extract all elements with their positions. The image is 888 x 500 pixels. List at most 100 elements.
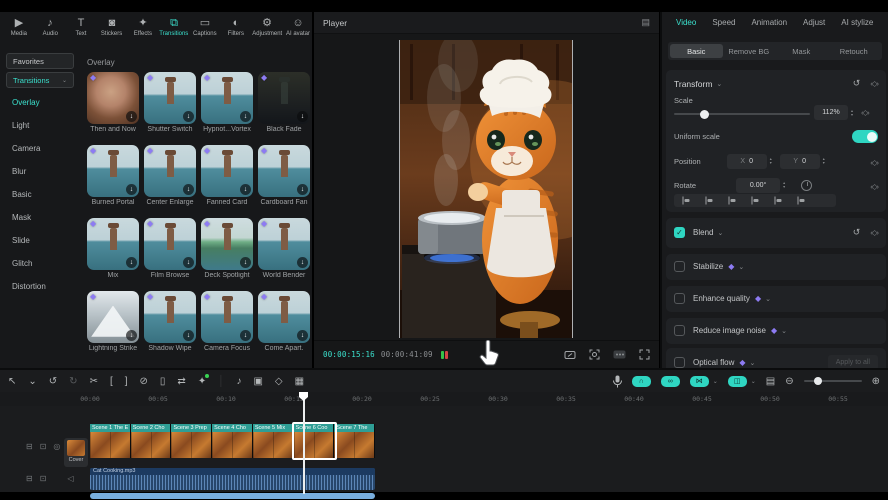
transition-thumbnail[interactable]: ◆ ↓ (87, 291, 139, 343)
transition-card-world-bender[interactable]: ◆ ↓ World Bender (258, 218, 310, 279)
reduce-image-noise-checkbox[interactable] (674, 325, 685, 336)
transition-thumbnail[interactable]: ◆ ↓ (201, 145, 253, 197)
transition-thumbnail[interactable]: ◆ ↓ (258, 218, 310, 270)
download-icon[interactable]: ↓ (240, 184, 251, 195)
download-icon[interactable]: ↓ (240, 257, 251, 268)
transition-card-camera-focus[interactable]: ◆ ↓ Camera Focus (201, 291, 253, 352)
download-icon[interactable]: ↓ (126, 257, 137, 268)
download-icon[interactable]: ↓ (126, 184, 137, 195)
transition-thumbnail[interactable]: ◆ ↓ (87, 72, 139, 124)
adapt-view-icon[interactable]: ▤ (766, 376, 775, 387)
trim-start-icon[interactable]: [ (110, 376, 113, 387)
video-clip-7[interactable]: Scene 7 The (334, 424, 375, 458)
audio-clip[interactable]: Cat Cooking.mp3 (90, 468, 375, 490)
download-icon[interactable]: ↓ (240, 111, 251, 122)
download-icon[interactable]: ↓ (297, 257, 308, 268)
transition-thumbnail[interactable]: ◆ ↓ (201, 218, 253, 270)
video-clip-4[interactable]: Scene 4 Cho (212, 424, 253, 458)
category-overlay[interactable]: Overlay (2, 91, 78, 114)
scale-slider[interactable] (674, 113, 810, 115)
transition-thumbnail[interactable]: ◆ ↓ (144, 218, 196, 270)
scale-keyframe-icon[interactable]: ‹◇› (861, 108, 869, 117)
subtab-remove-bg[interactable]: Remove BG (723, 44, 776, 58)
video-clip-1[interactable]: Scene 1 The E (90, 424, 131, 458)
zoom-in-icon[interactable]: ⊕ (872, 376, 880, 387)
timeline-zoom-slider[interactable] (804, 380, 862, 382)
transition-card-black-fade[interactable]: ◆ ↓ Black Fade (258, 72, 310, 133)
tab-speed[interactable]: Speed (712, 18, 735, 27)
transition-card-hypnot-vortex[interactable]: ◆ ↓ Hypnot...Vortex (201, 72, 253, 133)
video-clip-3[interactable]: Scene 3 Prep (171, 424, 212, 458)
align-center-h-icon[interactable] (705, 196, 714, 205)
record-screen-icon[interactable]: ▦ (295, 376, 304, 387)
track-hide-icon[interactable]: ◎ (53, 442, 60, 451)
transition-card-mix[interactable]: ◆ ↓ Mix (87, 218, 139, 279)
freeze-frame-icon[interactable]: ▣ (253, 376, 262, 387)
uniform-scale-toggle[interactable] (852, 130, 878, 143)
toolbar-item-stickers[interactable]: ◙ Stickers (97, 15, 127, 39)
resolution-badge-icon[interactable] (613, 350, 626, 359)
category-slide[interactable]: Slide (2, 229, 78, 252)
stabilize-chevron-icon[interactable]: ⌄ (738, 263, 744, 271)
undo-icon[interactable]: ↺ (49, 376, 57, 387)
transform-keyframe-icon[interactable]: ‹◇› (870, 79, 878, 88)
tab-animation[interactable]: Animation (751, 18, 787, 27)
align-left-icon[interactable] (682, 196, 691, 205)
download-icon[interactable]: ↓ (183, 257, 194, 268)
transition-card-fanned-card[interactable]: ◆ ↓ Fanned Card (201, 145, 253, 206)
subtab-mask[interactable]: Mask (775, 44, 828, 58)
rotate-dial-icon[interactable] (801, 180, 812, 191)
download-icon[interactable]: ↓ (183, 184, 194, 195)
sidebar-item-transitions[interactable]: Transitions ⌄ (6, 72, 74, 88)
align-top-icon[interactable] (751, 196, 760, 205)
transition-icon[interactable]: ⇄ (177, 376, 185, 387)
tab-adjust[interactable]: Adjust (803, 18, 825, 27)
optical-flow-chevron-icon[interactable]: ⌄ (750, 359, 756, 367)
position-y-stepper[interactable]: ▴▾ (823, 157, 825, 165)
transition-card-shutter-switch[interactable]: ◆ ↓ Shutter Switch (144, 72, 196, 133)
transform-reset-icon[interactable]: ↺ (853, 78, 861, 89)
subtab-retouch[interactable]: Retouch (828, 44, 881, 58)
download-icon[interactable]: ↓ (126, 111, 137, 122)
transition-card-lightning-strike[interactable]: ◆ ↓ Lightning Strike (87, 291, 139, 352)
subtab-basic[interactable]: Basic (670, 44, 723, 58)
toolbar-item-filters[interactable]: ◐ Filters (221, 15, 251, 39)
enhance-quality-chevron-icon[interactable]: ⌄ (765, 295, 771, 303)
position-keyframe-icon[interactable]: ‹◇› (870, 158, 878, 167)
zoom-out-icon[interactable]: ⊖ (785, 376, 793, 387)
transition-card-cardboard-fan[interactable]: ◆ ↓ Cardboard Fan (258, 145, 310, 206)
blend-reset-icon[interactable]: ↺ (853, 227, 861, 238)
video-clip-5[interactable]: Scene 5 Mix (253, 424, 294, 458)
delete-icon[interactable]: ⊘ (140, 376, 148, 387)
transition-card-then-and-now[interactable]: ◆ ↓ Then and Now (87, 72, 139, 133)
align-right-icon[interactable] (728, 196, 737, 205)
toolbar-item-media[interactable]: ▶ Media (4, 15, 34, 39)
preview-caret-icon[interactable]: ⌄ (751, 378, 756, 385)
mute-clip-icon[interactable]: ♪ (236, 376, 241, 387)
select-tool-caret-icon[interactable]: ⌄ (28, 376, 36, 387)
toolbar-item-adjustment[interactable]: ⚙ Adjustment (252, 15, 282, 39)
magic-wand-icon[interactable]: ✦ (198, 376, 206, 387)
category-distortion[interactable]: Distortion (2, 275, 78, 298)
magnet-toggle-icon[interactable]: ∩ (632, 376, 651, 387)
tab-ai-stylize[interactable]: AI stylize (841, 18, 873, 27)
download-icon[interactable]: ↓ (297, 330, 308, 341)
rotate-stepper[interactable]: ▴▾ (783, 181, 785, 189)
timeline-ruler[interactable]: 00:0000:0500:1000:1500:2000:2500:3000:35… (0, 392, 888, 406)
transition-thumbnail[interactable]: ◆ ↓ (87, 145, 139, 197)
toolbar-item-transitions[interactable]: ⧉ Transitions (159, 15, 189, 39)
preview-video[interactable] (400, 40, 572, 338)
align-middle-icon[interactable] (774, 196, 783, 205)
voiceover-mic-icon[interactable] (613, 375, 622, 388)
toolbar-item-text[interactable]: T Text (66, 15, 96, 39)
cover-button[interactable]: Cover (64, 438, 88, 467)
transition-thumbnail[interactable]: ◆ ↓ (201, 291, 253, 343)
transform-collapse-icon[interactable]: ⌄ (716, 80, 722, 88)
select-tool-icon[interactable]: ↖ (8, 376, 16, 387)
download-icon[interactable]: ↓ (183, 330, 194, 341)
snap-toggle-icon[interactable]: ⋈ (690, 376, 709, 387)
preview-focus-icon[interactable] (589, 349, 600, 360)
mask-icon[interactable]: ▯ (160, 376, 166, 387)
download-icon[interactable]: ↓ (297, 111, 308, 122)
transition-card-come-apart-[interactable]: ◆ ↓ Come Apart. (258, 291, 310, 352)
